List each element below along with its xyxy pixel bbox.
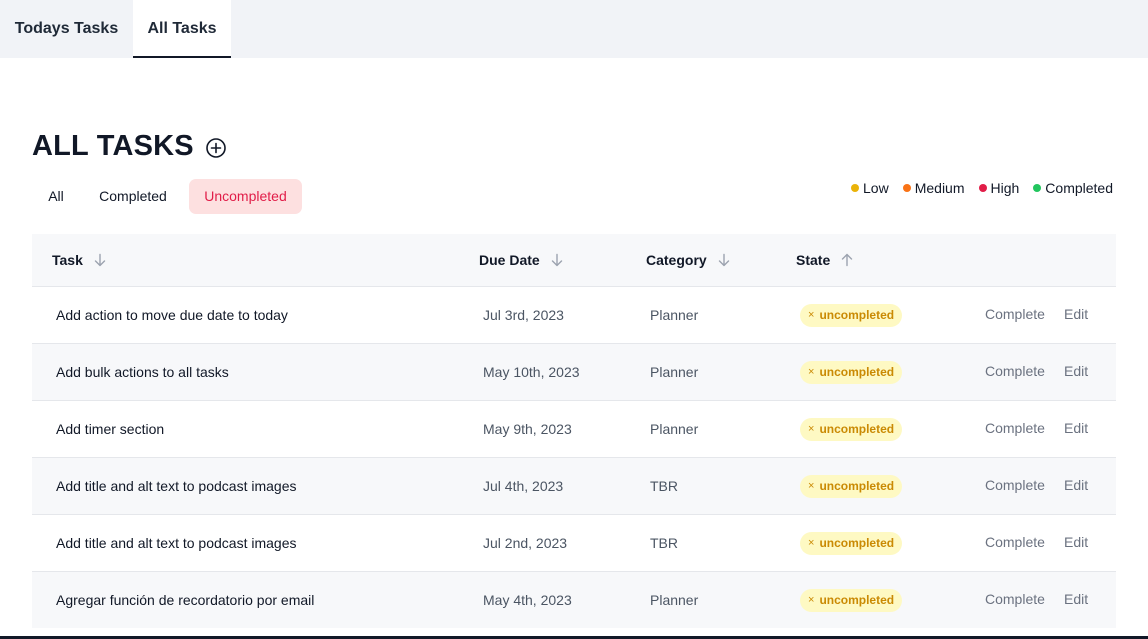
task-due-date: Jul 2nd, 2023	[483, 535, 568, 551]
task-due-date: May 10th, 2023	[483, 364, 580, 380]
table-row: Agregar función de recordatorio por emai…	[32, 571, 1116, 628]
tab-all-tasks[interactable]: All Tasks	[133, 0, 231, 58]
status-badge: × uncompleted	[800, 532, 903, 555]
task-category: Planner	[650, 592, 699, 608]
task-due-date: May 9th, 2023	[483, 421, 572, 437]
column-label-task: Task	[52, 252, 83, 268]
edit-button[interactable]: Edit	[1064, 344, 1088, 399]
column-header-task[interactable]: Task	[52, 234, 107, 286]
edit-button[interactable]: Edit	[1064, 515, 1088, 570]
x-icon: ×	[808, 423, 815, 435]
table-row: Add bulk actions to all tasks May 10th, …	[32, 343, 1116, 400]
legend-item-completed: Completed	[1033, 180, 1113, 196]
legend-item-medium: Medium	[902, 180, 965, 196]
status-badge-label: uncompleted	[819, 365, 895, 379]
edit-button[interactable]: Edit	[1064, 401, 1088, 456]
task-due-date: Jul 3rd, 2023	[483, 307, 564, 323]
x-icon: ×	[808, 480, 815, 492]
task-category: TBR	[650, 478, 678, 494]
complete-button[interactable]: Complete	[985, 401, 1045, 456]
status-badge-label: uncompleted	[819, 479, 895, 493]
edit-button[interactable]: Edit	[1064, 287, 1088, 342]
legend-dot-high	[978, 184, 987, 192]
complete-button[interactable]: Complete	[985, 572, 1045, 627]
column-label-state: State	[796, 252, 831, 268]
tab-todays-tasks[interactable]: Todays Tasks	[0, 0, 133, 58]
task-category: Planner	[650, 421, 699, 437]
filter-completed[interactable]: Completed	[84, 179, 182, 214]
status-badge: × uncompleted	[800, 475, 903, 498]
table-row: Add action to move due date to today Jul…	[32, 286, 1116, 343]
column-header-state[interactable]: State	[796, 234, 854, 286]
task-title: Add bulk actions to all tasks	[56, 364, 229, 380]
task-category: TBR	[650, 535, 678, 551]
column-label-category: Category	[646, 252, 707, 268]
task-category: Planner	[650, 307, 699, 323]
task-due-date: Jul 4th, 2023	[483, 478, 564, 494]
status-badge: × uncompleted	[800, 589, 903, 612]
x-icon: ×	[808, 366, 815, 378]
add-task-button[interactable]	[205, 137, 227, 159]
status-badge: × uncompleted	[800, 418, 903, 441]
edit-button[interactable]: Edit	[1064, 458, 1088, 513]
table-row: Add title and alt text to podcast images…	[32, 514, 1116, 571]
column-header-category[interactable]: Category	[646, 234, 731, 286]
column-header-due-date[interactable]: Due Date	[479, 234, 564, 286]
status-badge-label: uncompleted	[819, 308, 895, 322]
complete-button[interactable]: Complete	[985, 287, 1045, 342]
legend-dot-low	[851, 184, 860, 192]
legend-dot-medium	[902, 184, 911, 192]
task-title: Add timer section	[56, 421, 165, 437]
tasks-table: Task Due Date Category State Add action …	[32, 234, 1116, 628]
arrow-up-icon	[842, 253, 853, 267]
legend-label-high: High	[990, 180, 1020, 196]
task-due-date: May 4th, 2023	[483, 592, 572, 608]
legend-label-completed: Completed	[1045, 180, 1113, 196]
arrow-down-icon	[551, 253, 562, 267]
legend-item-low: Low	[851, 180, 889, 196]
page-title: ALL TASKS	[32, 130, 194, 162]
task-title: Agregar función de recordatorio por emai…	[56, 592, 315, 608]
edit-button[interactable]: Edit	[1064, 572, 1088, 627]
status-badge-label: uncompleted	[819, 422, 895, 436]
priority-legend: Low Medium High Completed	[851, 180, 1113, 196]
legend-item-high: High	[978, 180, 1020, 196]
x-icon: ×	[808, 537, 815, 549]
status-badge: × uncompleted	[800, 304, 903, 327]
arrow-down-icon	[94, 253, 106, 267]
column-label-due-date: Due Date	[479, 252, 540, 268]
filter-all[interactable]: All	[32, 179, 80, 214]
legend-dot-completed	[1033, 184, 1042, 192]
table-row: Add timer section May 9th, 2023 Planner …	[32, 400, 1116, 457]
task-title: Add title and alt text to podcast images	[56, 535, 297, 551]
legend-label-medium: Medium	[914, 180, 965, 196]
complete-button[interactable]: Complete	[985, 458, 1045, 513]
task-title: Add title and alt text to podcast images	[56, 478, 297, 494]
status-badge: × uncompleted	[800, 361, 903, 384]
tab-bar: Todays Tasks All Tasks	[0, 0, 1148, 58]
x-icon: ×	[808, 594, 815, 606]
plus-circle-icon	[206, 138, 226, 158]
complete-button[interactable]: Complete	[985, 515, 1045, 570]
status-badge-label: uncompleted	[819, 536, 895, 550]
complete-button[interactable]: Complete	[985, 344, 1045, 399]
status-badge-label: uncompleted	[819, 593, 895, 607]
arrow-down-icon	[718, 253, 729, 267]
task-category: Planner	[650, 364, 699, 380]
legend-label-low: Low	[863, 180, 889, 196]
task-title: Add action to move due date to today	[56, 307, 288, 323]
table-row: Add title and alt text to podcast images…	[32, 457, 1116, 514]
filter-uncompleted[interactable]: Uncompleted	[189, 179, 302, 214]
x-icon: ×	[808, 309, 815, 321]
table-header: Task Due Date Category State	[32, 234, 1116, 286]
